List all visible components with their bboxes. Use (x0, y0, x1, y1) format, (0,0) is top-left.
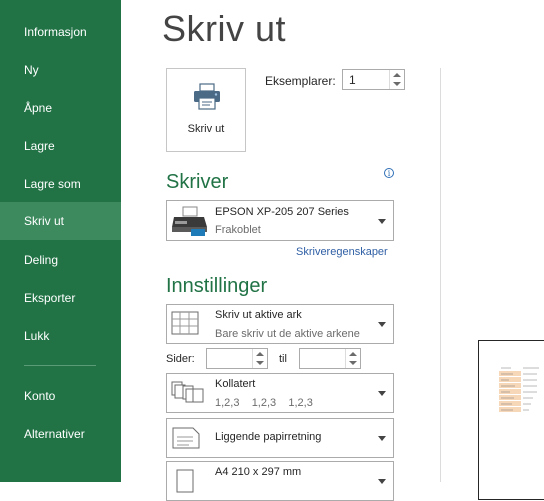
print-what-subtitle: Bare skriv ut de aktive arkene (215, 328, 360, 340)
chevron-down-icon (378, 322, 386, 327)
sidebar-item-apne[interactable]: Åpne (0, 89, 121, 127)
page-title: Skriv ut (162, 8, 287, 49)
chevron-down-icon (378, 436, 386, 441)
printer-name: EPSON XP-205 207 Series (215, 206, 349, 218)
pages-to-label: til (279, 353, 287, 365)
chevron-down-icon (378, 219, 386, 224)
paper-size-dropdown[interactable]: A4 210 x 297 mm (166, 461, 394, 501)
printer-status: Frakoblet (215, 224, 261, 236)
print-what-dropdown[interactable]: Skriv ut aktive ark Bare skriv ut de akt… (166, 304, 394, 344)
sidebar-item-informasjon[interactable]: Informasjon (0, 13, 121, 51)
print-button-label: Skriv ut (187, 123, 225, 135)
pages-to-input[interactable] (299, 348, 361, 369)
orientation-title: Liggende papirretning (215, 431, 322, 443)
collated-pages-icon (171, 381, 204, 403)
sidebar-divider (24, 365, 96, 366)
sidebar-item-deling[interactable]: Deling (0, 241, 121, 279)
pages-from-spinner[interactable] (252, 349, 267, 368)
chevron-down-icon (378, 391, 386, 396)
pages-to-spinner[interactable] (345, 349, 360, 368)
copies-label: Eksemplarer: (265, 74, 336, 88)
sidebar-item-eksporter[interactable]: Eksporter (0, 279, 121, 317)
settings-section-title: Innstillinger (166, 275, 268, 297)
copies-value: 1 (349, 73, 356, 87)
sidebar-item-lagre-som[interactable]: Lagre som (0, 165, 121, 203)
orientation-dropdown[interactable]: Liggende papirretning (166, 418, 394, 458)
pages-label: Sider: (166, 353, 195, 365)
print-button[interactable]: Skriv ut (166, 68, 246, 152)
print-preview-page (478, 340, 544, 500)
printer-properties-link[interactable]: Skriveregenskaper (296, 246, 388, 258)
spin-up-icon[interactable] (256, 352, 264, 356)
copies-input[interactable]: 1 (342, 69, 405, 90)
spin-down-icon[interactable] (256, 361, 264, 365)
backstage-sidebar: Informasjon Ny Åpne Lagre Lagre som Skri… (0, 0, 121, 482)
print-what-title: Skriv ut aktive ark (215, 309, 302, 321)
spin-down-icon[interactable] (349, 361, 357, 365)
preview-sheet-thumbnail (499, 365, 544, 419)
worksheet-icon (171, 311, 199, 335)
paper-size-title: A4 210 x 297 mm (215, 466, 302, 478)
sidebar-item-ny[interactable]: Ny (0, 51, 121, 89)
printer-dropdown[interactable]: EPSON XP-205 207 Series Frakoblet (166, 200, 394, 241)
spin-up-icon[interactable] (393, 73, 401, 77)
sidebar-item-konto[interactable]: Konto (0, 377, 121, 415)
preview-divider (440, 68, 441, 482)
landscape-page-icon (172, 427, 200, 449)
sidebar-item-skriv-ut[interactable]: Skriv ut (0, 202, 121, 240)
sidebar-item-alternativer[interactable]: Alternativer (0, 415, 121, 453)
collation-title: Kollatert (215, 378, 256, 390)
printer-section-title: Skriver (166, 171, 229, 193)
sidebar-item-lagre[interactable]: Lagre (0, 127, 121, 165)
info-icon[interactable]: i (384, 168, 394, 178)
printer-icon (194, 83, 220, 110)
copies-spinner[interactable] (389, 70, 404, 89)
spin-down-icon[interactable] (393, 82, 401, 86)
printer-device-icon (172, 206, 207, 236)
paper-size-icon (176, 469, 194, 493)
pages-from-input[interactable] (206, 348, 268, 369)
spin-up-icon[interactable] (349, 352, 357, 356)
sidebar-item-lukk[interactable]: Lukk (0, 317, 121, 355)
collation-dropdown[interactable]: Kollatert 1,2,3 1,2,3 1,2,3 (166, 373, 394, 413)
collation-subtitle: 1,2,3 1,2,3 1,2,3 (215, 397, 313, 409)
